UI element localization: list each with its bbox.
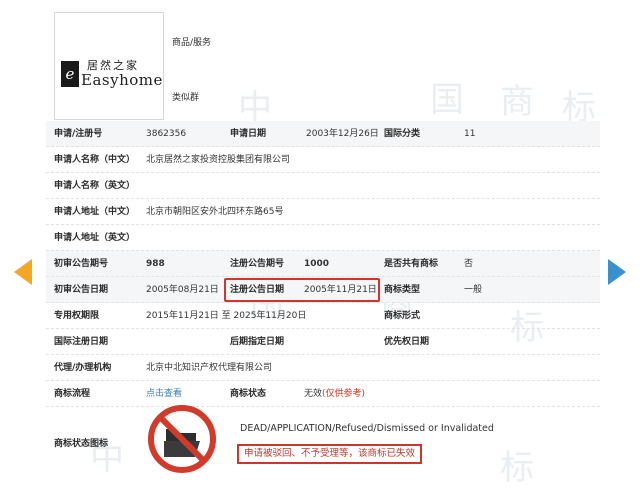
status-icon-label: 商标状态图标 — [54, 439, 109, 449]
application-number-label: 申请/注册号 — [54, 129, 103, 139]
dead-folder-icon — [148, 405, 216, 473]
international-registration-date-label: 国际注册日期 — [54, 337, 109, 347]
agency-value: 北京中北知识产权代理有限公司 — [146, 363, 273, 373]
priority-date-label: 优先权日期 — [384, 337, 430, 347]
trademark-status-label: 商标状态 — [230, 389, 267, 399]
trademark-status-value: 无效(仅供参考) — [304, 381, 365, 407]
trademark-type-value: 一般 — [464, 285, 483, 295]
dead-status-text: DEAD/APPLICATION/Refused/Dismissed or In… — [240, 423, 494, 434]
trademark-process-label: 商标流程 — [54, 389, 91, 399]
prelim-announcement-no-label: 初审公告期号 — [54, 259, 109, 269]
shared-trademark-value: 否 — [464, 259, 474, 269]
exclusive-right-period-label: 专用权期限 — [54, 311, 100, 321]
registration-announcement-no-value: 1000 — [304, 259, 330, 269]
detail-row-applicant-name-en: 申请人名称（英文） — [46, 173, 600, 199]
applicant-address-cn-label: 申请人地址（中文） — [54, 207, 136, 217]
goods-services-label: 商品/服务 — [172, 38, 212, 48]
registration-announcement-no-label: 注册公告期号 — [230, 259, 285, 269]
subsequent-designation-date-label: 后期指定日期 — [230, 337, 285, 347]
shared-trademark-label: 是否共有商标 — [384, 259, 439, 269]
detail-row-agency: 代理/办理机构 北京中北知识产权代理有限公司 — [46, 355, 600, 381]
watermark-text: 商 — [500, 82, 534, 122]
exclusive-right-period-value: 2015年11月21日 至 2025年11月20日 — [146, 311, 307, 321]
prelim-announcement-no-value: 988 — [146, 259, 165, 269]
agency-label: 代理/办理机构 — [54, 363, 112, 373]
status-invalid-text: 无效 — [304, 389, 323, 399]
prelim-announcement-date-label: 初审公告日期 — [54, 285, 109, 295]
logo-english-name: Easyhome — [81, 71, 163, 89]
detail-row-process-status: 商标流程 点击查看 商标状态 无效(仅供参考) — [46, 381, 600, 407]
detail-row-applicant-address-cn: 申请人地址（中文） 北京市朝阳区安外北四环东路65号 — [46, 199, 600, 225]
invalid-explanation-box: 申请被驳回、不予受理等，该商标已失效 — [237, 444, 423, 464]
applicant-address-en-label: 申请人地址（英文） — [54, 233, 136, 243]
applicant-name-en-label: 申请人名称（英文） — [54, 181, 136, 191]
trademark-image: e 居然之家 Easyhome — [54, 12, 164, 120]
applicant-name-cn-label: 申请人名称（中文） — [54, 155, 136, 165]
prelim-announcement-date-value: 2005年08月21日 — [146, 285, 219, 295]
detail-row-announcement-numbers: 初审公告期号 988 注册公告期号 1000 是否共有商标 否 — [46, 251, 600, 277]
application-date-label: 申请日期 — [230, 129, 267, 139]
application-date-value: 2003年12月26日 — [306, 129, 379, 139]
detail-row-application-number: 申请/注册号 3862356 申请日期 2003年12月26日 国际分类 11 — [46, 121, 600, 147]
similar-group-label: 类似群 — [172, 93, 200, 103]
international-class-value: 11 — [464, 129, 476, 139]
applicant-name-cn-value: 北京居然之家投资控股集团有限公司 — [146, 155, 291, 165]
status-reference-note: (仅供参考) — [322, 389, 366, 399]
trademark-form-label: 商标形式 — [384, 311, 421, 321]
detail-row-applicant-name-cn: 申请人名称（中文） 北京居然之家投资控股集团有限公司 — [46, 147, 600, 173]
international-class-label: 国际分类 — [384, 129, 421, 139]
detail-row-exclusive-right-period: 专用权期限 2015年11月21日 至 2025年11月20日 商标形式 — [46, 303, 600, 329]
applicant-address-cn-value: 北京市朝阳区安外北四环东路65号 — [146, 207, 284, 217]
registration-date-highlight — [224, 278, 380, 302]
logo-mark: e — [61, 61, 79, 87]
next-arrow-button[interactable] — [608, 259, 626, 285]
previous-arrow-button[interactable] — [14, 259, 32, 285]
detail-row-applicant-address-en: 申请人地址（英文） — [46, 225, 600, 251]
detail-row-international-dates: 国际注册日期 后期指定日期 优先权日期 — [46, 329, 600, 355]
application-number-value: 3862356 — [146, 129, 187, 139]
trademark-type-label: 商标类型 — [384, 285, 421, 295]
watermark-text: 国 — [430, 80, 464, 120]
